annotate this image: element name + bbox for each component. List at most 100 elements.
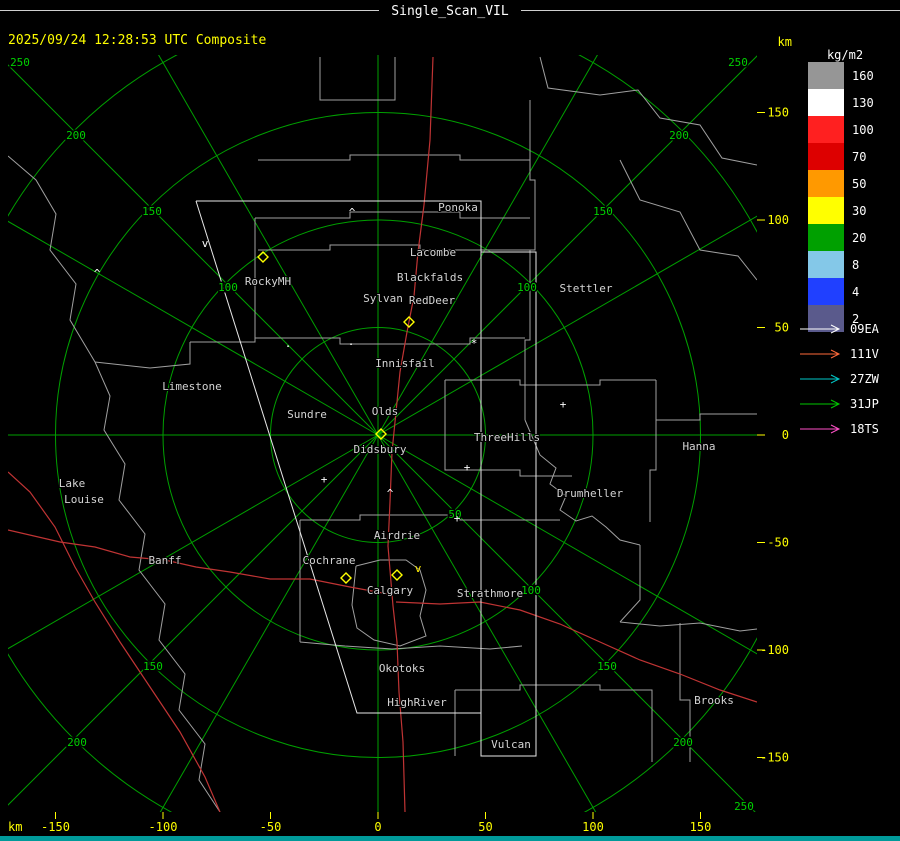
colorbar-entry: 160 <box>808 62 874 89</box>
point-marker: + <box>464 461 471 474</box>
range-label: 150 <box>597 660 617 673</box>
city-label: Calgary <box>367 584 414 597</box>
radar-id-label: 111V <box>850 346 879 361</box>
scan-sector-outline <box>480 251 537 757</box>
colorbar-swatch <box>808 89 844 116</box>
city-label: HighRiver <box>387 696 447 709</box>
county-boundary-line <box>656 413 757 421</box>
city-label: Louise <box>64 493 104 506</box>
radar-arrow-icon <box>800 324 841 333</box>
radar-id-label: 09EA <box>850 321 879 336</box>
y-tick-label: -50 <box>767 536 789 550</box>
county-boundary-line <box>258 154 530 161</box>
radar-legend-row: 31JP <box>798 391 879 416</box>
county-boundary-line <box>539 56 757 166</box>
radar-arrow-icon <box>800 399 841 408</box>
colorbar-swatch <box>808 224 844 251</box>
x-tick-label: 150 <box>690 820 712 834</box>
city-label: Okotoks <box>379 662 425 675</box>
range-label: 250 <box>734 800 754 813</box>
city-label: Banff <box>148 554 181 567</box>
range-label: 250 <box>728 56 748 69</box>
city-label: Lacombe <box>410 246 456 259</box>
colorbar-swatch <box>808 278 844 305</box>
range-label: 100 <box>517 281 537 294</box>
city-label: Didsbury <box>354 443 407 456</box>
county-boundary-line <box>319 57 396 101</box>
x-tick-label: -100 <box>149 820 178 834</box>
x-tick-label: 0 <box>374 820 381 834</box>
colorbar-value: 20 <box>852 230 867 245</box>
colorbar-value: 50 <box>852 176 867 191</box>
point-marker: v <box>202 237 209 250</box>
legend-panel: kg/m2 160 130 100 70 50 30 20 8 4 2 09EA 111V 27ZW 3… <box>790 22 900 836</box>
city-label: Olds <box>372 405 399 418</box>
range-label: 150 <box>143 660 163 673</box>
azimuth-line <box>8 64 379 436</box>
radar-legend-row: 111V <box>798 341 879 366</box>
colorbar-value: 8 <box>852 257 860 272</box>
azimuth-line <box>159 434 379 812</box>
range-label: 200 <box>66 129 86 142</box>
radar-arrow-icon <box>800 349 841 358</box>
x-axis-unit-label: km <box>8 820 22 834</box>
colorbar-swatch <box>808 116 844 143</box>
range-label: 150 <box>142 205 162 218</box>
point-marker: · <box>285 340 292 353</box>
city-label: Vulcan <box>491 738 531 751</box>
colorbar-value: 100 <box>852 122 874 137</box>
colorbar: 160 130 100 70 50 30 20 8 4 2 <box>808 62 874 332</box>
y-tick-label: 100 <box>767 213 789 227</box>
range-label: 100 <box>521 584 541 597</box>
radar-legend-row: 09EA <box>798 316 879 341</box>
colorbar-value: 130 <box>852 95 874 110</box>
colorbar-entry: 130 <box>808 89 874 116</box>
colorbar-swatch <box>808 251 844 278</box>
county-boundary-line <box>619 159 757 281</box>
colorbar-value: 4 <box>852 284 860 299</box>
city-label: RedDeer <box>409 294 456 307</box>
colorbar-swatch <box>808 143 844 170</box>
county-boundary-line <box>619 621 757 632</box>
radar-site-marker <box>340 572 352 584</box>
radar-legend-row: 27ZW <box>798 366 879 391</box>
city-label: Blackfalds <box>397 271 463 284</box>
colorbar-entry: 4 <box>808 278 874 305</box>
radar-id-label: 18TS <box>850 421 879 436</box>
range-label: 250 <box>10 56 30 69</box>
point-marker: · <box>348 338 355 351</box>
radar-id-label: 27ZW <box>850 371 879 386</box>
colorbar-value: 30 <box>852 203 867 218</box>
city-label: Ponoka <box>438 201 478 214</box>
colorbar-value: 70 <box>852 149 867 164</box>
radar-id-label: 31JP <box>850 396 879 411</box>
radar-arrow-icon <box>800 374 841 383</box>
city-label: Lake <box>59 477 86 490</box>
city-label: Airdrie <box>374 529 420 542</box>
county-boundary-line <box>8 155 96 363</box>
city-label: ThreeHills <box>474 431 540 444</box>
y-tick-label: 0 <box>782 428 789 442</box>
city-label: Strathmore <box>457 587 523 600</box>
county-boundary-line <box>94 342 191 369</box>
y-tick-label: 50 <box>775 321 789 335</box>
x-tick-label: 100 <box>582 820 604 834</box>
city-label: Innisfail <box>375 357 435 370</box>
city-label: Cochrane <box>303 554 356 567</box>
colorbar-entry: 70 <box>808 143 874 170</box>
azimuth-line <box>377 55 757 436</box>
county-boundary-line <box>524 100 536 420</box>
point-marker: * <box>471 337 478 350</box>
city-label: Sylvan <box>363 292 403 305</box>
city-label: Brooks <box>694 694 734 707</box>
x-tick-label: 50 <box>478 820 492 834</box>
azimuth-line <box>8 434 379 806</box>
range-label: 100 <box>218 281 238 294</box>
colorbar-value: 160 <box>852 68 874 83</box>
colorbar-entry: 20 <box>808 224 874 251</box>
colorbar-swatch <box>808 170 844 197</box>
highway-line <box>395 601 757 703</box>
highway-line <box>8 471 221 812</box>
point-marker: ^ <box>94 267 101 280</box>
colorbar-entry: 100 <box>808 116 874 143</box>
